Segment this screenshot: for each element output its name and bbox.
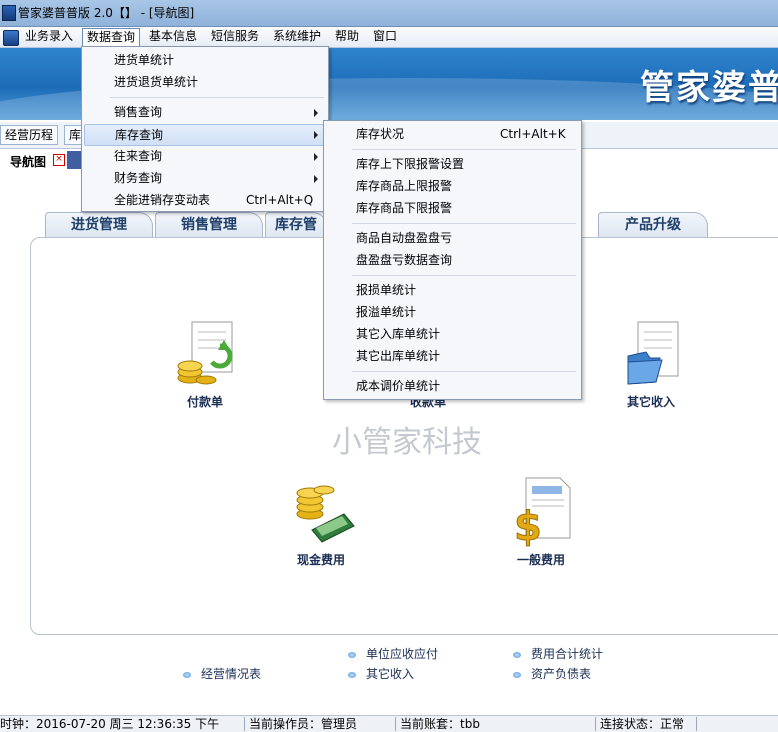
menu-item-inventory-change[interactable]: 全能进销存变动表 Ctrl+Alt+Q (84, 190, 326, 210)
submenu-arrow-icon (314, 131, 318, 139)
menu-item-inventory-check-query[interactable]: 盘盈盘亏数据查询 (326, 250, 579, 270)
submenu-arrow-icon (314, 175, 318, 183)
brand-logo-text: 管家婆普 (640, 68, 778, 108)
menu-item-other-outbound-stats[interactable]: 其它出库单统计 (326, 346, 579, 366)
general-expense-item[interactable]: $ 一般费用 (496, 476, 586, 568)
tab-upgrade[interactable]: 产品升级 (598, 212, 708, 237)
menu-item-overflow-stats[interactable]: 报溢单统计 (326, 302, 579, 322)
link-unit-receivable-payable[interactable]: 单位应收应付 (348, 645, 438, 662)
coins-doc-icon (177, 321, 233, 385)
title-bar: 管家婆普普版 2.0【】 - [导航图] (0, 0, 778, 27)
status-operator: 当前操作员：管理员 (244, 717, 357, 731)
tab-stock[interactable]: 库存管 (265, 212, 327, 237)
menu-basic-info[interactable]: 基本信息 (145, 28, 201, 45)
nav-indicator (67, 151, 81, 169)
app-icon (2, 5, 16, 21)
menu-item-purchase-stats[interactable]: 进货单统计 (84, 50, 326, 70)
menu-item-stock-lower-alarm[interactable]: 库存商品下限报警 (326, 198, 579, 218)
folder-doc-icon (627, 321, 679, 385)
menu-data-query[interactable]: 数据查询 (82, 28, 141, 47)
menu-item-finance-query[interactable]: 财务查询 (84, 168, 326, 188)
bullet-icon (513, 651, 521, 658)
svg-text:$: $ (514, 504, 542, 548)
close-icon[interactable]: × (53, 154, 65, 166)
nav-tab-label[interactable]: 导航图 (10, 153, 46, 170)
bullet-icon (183, 671, 191, 678)
menu-window[interactable]: 窗口 (369, 28, 401, 45)
bullet-icon (348, 671, 356, 678)
menu-item-cost-adjust-stats[interactable]: 成本调价单统计 (326, 376, 579, 396)
menu-item-damage-stats[interactable]: 报损单统计 (326, 280, 579, 300)
data-query-menu: 进货单统计 进货退货单统计 销售查询 库存查询 往来查询 财务查询 全能进销存变… (81, 46, 329, 212)
menu-business-entry[interactable]: 业务录入 (21, 28, 77, 45)
link-expense-total[interactable]: 费用合计统计 (513, 645, 603, 662)
menu-item-contacts-query[interactable]: 往来查询 (84, 146, 326, 166)
bullet-icon (513, 671, 521, 678)
status-account: 当前账套：tbb (395, 717, 480, 731)
menu-system-maintenance[interactable]: 系统维护 (269, 28, 325, 45)
dollar-doc-icon: $ (514, 477, 571, 551)
submenu-arrow-icon (314, 153, 318, 161)
bullet-icon (348, 651, 356, 658)
menu-item-purchase-return-stats[interactable]: 进货退货单统计 (84, 72, 326, 92)
watermark: 小管家科技 (332, 425, 482, 460)
menu-sms-service[interactable]: 短信服务 (207, 28, 263, 45)
status-empty (696, 717, 778, 731)
tab-purchase[interactable]: 进货管理 (45, 212, 153, 237)
submenu-arrow-icon (314, 109, 318, 117)
payment-item[interactable]: 付款单 (160, 318, 250, 410)
link-operating-report[interactable]: 经营情况表 (183, 665, 261, 682)
link-balance-sheet[interactable]: 资产负债表 (513, 665, 591, 682)
payment-label: 付款单 (186, 395, 223, 409)
stock-query-submenu: 库存状况 Ctrl+Alt+K 库存上下限报警设置 库存商品上限报警 库存商品下… (323, 120, 582, 400)
menu-item-stock-status[interactable]: 库存状况 Ctrl+Alt+K (326, 124, 579, 144)
status-bar: 时钟：2016-07-20 周三 12:36:35 下午 当前操作员：管理员 当… (0, 715, 778, 732)
system-menu-icon[interactable] (3, 30, 19, 46)
tab-sales[interactable]: 销售管理 (155, 212, 263, 237)
cash-expense-label: 现金费用 (296, 553, 345, 567)
cash-icon (296, 485, 355, 543)
doc-tab-history[interactable]: 经营历程 (0, 125, 59, 145)
menu-item-stock-upper-alarm[interactable]: 库存商品上限报警 (326, 176, 579, 196)
menu-item-sales-query[interactable]: 销售查询 (84, 102, 326, 122)
other-income-item[interactable]: 其它收入 (606, 318, 696, 410)
status-clock: 时钟：2016-07-20 周三 12:36:35 下午 (0, 717, 220, 731)
menu-item-stock-limit-settings[interactable]: 库存上下限报警设置 (326, 154, 579, 174)
status-connection: 连接状态：正常 (595, 717, 684, 731)
window-title: 管家婆普普版 2.0【】 - [导航图] (18, 6, 195, 20)
link-other-income[interactable]: 其它收入 (348, 665, 414, 682)
menu-item-other-inbound-stats[interactable]: 其它入库单统计 (326, 324, 579, 344)
general-expense-label: 一般费用 (516, 553, 565, 567)
menu-item-auto-inventory-check[interactable]: 商品自动盘盈盘亏 (326, 228, 579, 248)
menu-item-stock-query[interactable]: 库存查询 (84, 124, 326, 146)
other-income-label: 其它收入 (626, 395, 675, 409)
menu-help[interactable]: 帮助 (331, 28, 363, 45)
menu-bar: 业务录入 数据查询 基本信息 短信服务 系统维护 帮助 窗口 (0, 27, 778, 48)
cash-expense-item[interactable]: 现金费用 (276, 478, 366, 568)
